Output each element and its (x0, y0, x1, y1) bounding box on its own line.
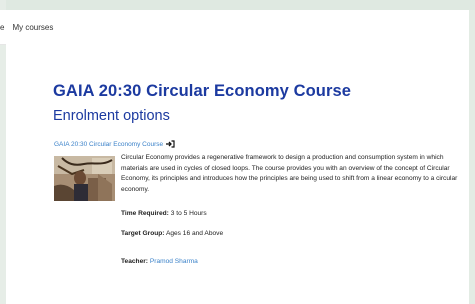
course-card: GAIA 20:30 Circular Economy Course Enrol… (6, 44, 469, 304)
nav-item-my-courses[interactable]: My courses (12, 23, 53, 32)
page-title: GAIA 20:30 Circular Economy Course (53, 82, 352, 100)
teacher-link[interactable]: Pramod Sharma (150, 258, 198, 265)
time-required-label: Time Required: (121, 210, 169, 217)
course-link[interactable]: GAIA 20:30 Circular Economy Course (54, 141, 163, 148)
time-required-value: 3 to 5 Hours (170, 210, 207, 217)
top-navbar: e My courses (0, 10, 469, 45)
course-summary: Circular Economy provides a regenerative… (121, 154, 458, 193)
target-group-value: Ages 16 and Above (165, 230, 224, 237)
target-group-label: Target Group: (121, 230, 165, 237)
time-required: Time Required: 3 to 5 Hours (121, 210, 207, 217)
teacher-label: Teacher: (121, 258, 148, 265)
nav-item-home[interactable]: e (0, 23, 4, 32)
course-image (54, 156, 115, 201)
page-subtitle: Enrolment options (53, 108, 170, 124)
course-link-row: GAIA 20:30 Circular Economy Course (54, 140, 175, 148)
teacher: Teacher: Pramod Sharma (121, 258, 198, 265)
target-group: Target Group: Ages 16 and Above (121, 230, 223, 237)
enrol-icon[interactable] (165, 140, 175, 148)
